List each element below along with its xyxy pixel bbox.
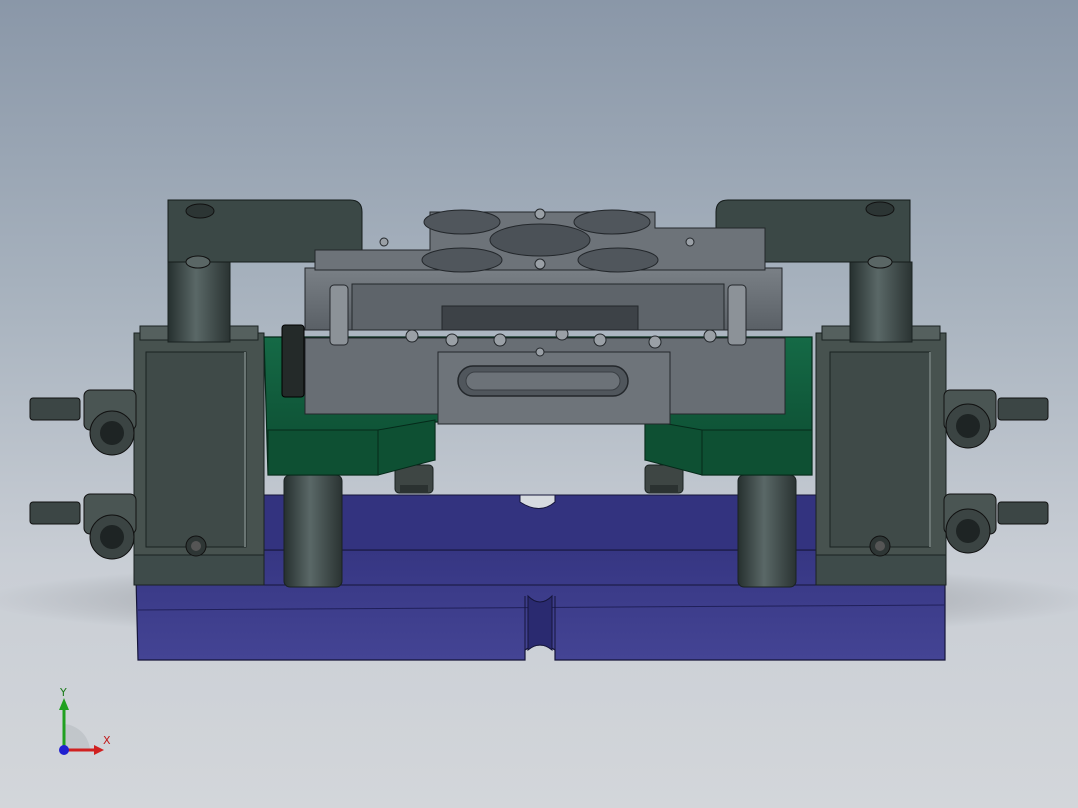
cad-viewport[interactable] [0,0,1078,808]
guide-pillar-right-lower[interactable] [737,474,797,588]
cylinder-block-left[interactable] [133,325,265,586]
cavity-hole-bottom-left [421,247,503,273]
die-body[interactable] [304,337,786,425]
guide-pillar-left-lower[interactable] [283,474,343,588]
guide-pillar-right-upper[interactable] [849,261,913,343]
coordinate-triad: Y X [59,686,111,755]
locating-post [281,324,305,398]
bolt-head-right [644,464,684,494]
y-axis-arrow [59,698,69,710]
cavity-hole-center [489,223,591,257]
pin-right [727,284,747,346]
z-axis-origin [59,745,69,755]
cavity-hole-top-right [573,209,651,235]
y-axis-label: Y [59,686,67,699]
cavity-hole-top-left [423,209,501,235]
cylinder-block-right[interactable] [815,325,947,586]
upper-die-plate[interactable] [304,267,783,331]
air-fitting-left-bottom[interactable] [29,493,137,560]
cavity-hole-bottom-right [577,247,659,273]
air-fitting-left-top[interactable] [29,389,137,456]
guide-pillar-left-upper[interactable] [167,261,231,343]
air-fitting-right-bottom[interactable] [943,493,1049,554]
air-fitting-right-top[interactable] [943,389,1049,449]
pin-left [329,284,349,346]
top-cavity-plate[interactable] [314,208,766,273]
x-axis-label: X [103,734,111,747]
triad-arc [64,724,90,750]
